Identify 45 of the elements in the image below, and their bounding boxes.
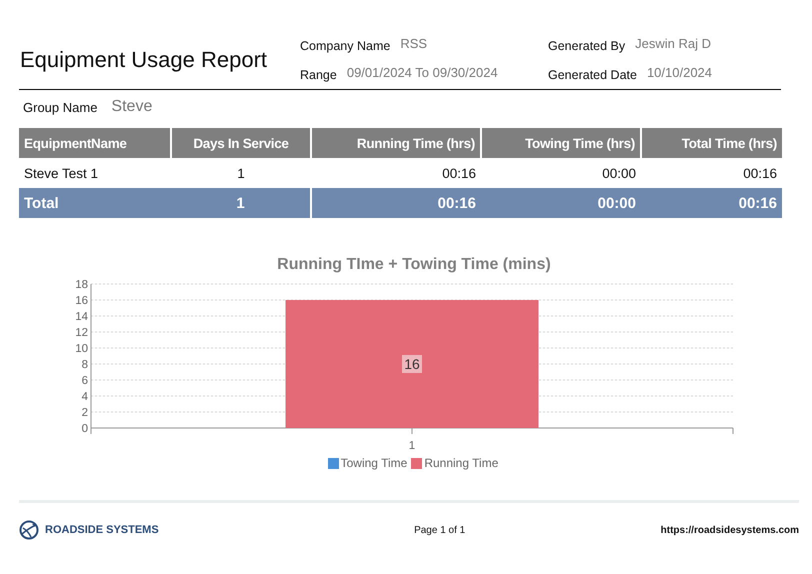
tick-label: 2 [82,407,88,419]
column-header: EquipmentName [19,128,171,158]
table-cell: 00:00 [481,158,641,188]
field-value: 09/01/2024 To 09/30/2024 [346,65,498,80]
column-header: Running Time (hrs) [311,128,481,158]
table-cell: 00:16 [311,158,481,188]
total-cell: 00:16 [641,188,782,218]
field-value: RSS [400,36,428,51]
tick-label: 4 [82,391,88,403]
legend-label: Running Time [424,456,498,470]
table-cell: 1 [171,158,311,188]
chart-title: Running TIme + Towing Time (mins) [276,256,552,275]
field-value: Jeswin Raj D [635,36,711,51]
tick-label: 10 [75,343,88,355]
report-title: Equipment Usage Report [19,46,268,73]
tick-label: 0 [82,423,88,435]
field-label: Range [300,67,337,82]
column-header: Total Time (hrs) [641,128,782,158]
table-cell: Steve Test 1 [19,158,171,188]
tick-label: 6 [82,375,88,387]
tick-label: 8 [82,359,88,371]
field-label: Company Name [300,38,390,53]
data-label: 16 [402,355,422,373]
globe-logo-icon [19,520,39,540]
tick-label: 14 [75,311,88,323]
total-cell: 00:16 [311,188,481,218]
field-label: Generated By [548,38,626,53]
brand-name: ROADSIDE SYSTEMS [45,524,159,536]
tick-label: 12 [75,327,88,339]
tick-label: 18 [75,279,88,291]
total-cell: Total [19,188,171,218]
website-url: https://roadsidesystems.com [660,524,799,536]
category-label: 1 [408,440,416,452]
table-cell: 00:16 [641,158,782,188]
tick-label: 16 [75,295,88,307]
page-number: Page 1 of 1 [414,524,466,536]
field-label: Group Name [23,100,98,114]
column-header: Towing Time (hrs) [481,128,641,158]
legend-label: Towing Time [340,456,408,470]
total-cell: 1 [171,188,311,218]
column-header: Days In Service [171,128,311,158]
field-label: Generated Date [548,67,637,82]
field-value: Steve [111,98,152,116]
field-value: 10/10/2024 [646,65,712,80]
total-cell: 00:00 [481,188,641,218]
